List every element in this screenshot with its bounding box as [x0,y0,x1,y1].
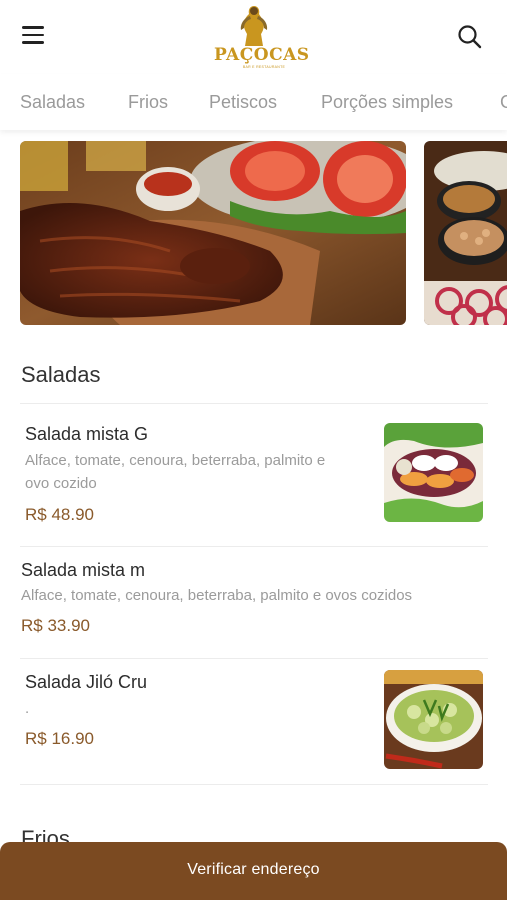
item-price: R$ 16.90 [25,729,94,748]
tab-saladas[interactable]: Saladas [20,92,85,113]
item-description: Alface, tomate, cenoura, beterraba, palm… [25,452,326,492]
menu-item-salada-mista-m[interactable]: Salada mista m Alface, tomate, cenoura, … [0,547,507,658]
menu-item-salada-mista-g[interactable]: Salada mista G Alface, tomate, cenoura, … [0,404,507,546]
item-description: Alface, tomate, cenoura, beterraba, palm… [21,587,413,604]
tab-porcoes-simples[interactable]: Porções simples [321,92,453,113]
logo[interactable]: PAÇOCAS BAR E RESTAURANTE [214,4,310,69]
item-name: Salada mista G [25,424,149,444]
verify-address-label: Verificar endereço [187,861,320,878]
item-image-salad [384,423,483,522]
item-name: Salada mista m [21,560,146,580]
app-header: PAÇOCAS BAR E RESTAURANTE [0,0,507,74]
item-price: R$ 33.90 [21,616,90,635]
item-image-jilo [384,670,483,769]
tab-next-category[interactable]: G [500,92,507,113]
section-title-saladas: Saladas [21,362,101,387]
logo-subtext: BAR E RESTAURANTE [242,65,286,69]
banner-appetizers-image[interactable] [424,141,507,325]
category-tabs: Saladas Frios Petiscos Porções simples G [0,74,507,130]
logo-text: PAÇOCAS [214,45,310,65]
tab-petiscos[interactable]: Petiscos [209,92,277,113]
banner-carousel [20,141,507,326]
verify-address-button[interactable]: Verificar endereço [0,842,507,900]
search-icon[interactable] [457,24,483,50]
logo-figure-icon [240,6,268,46]
banner-steak-image[interactable] [20,141,406,325]
item-price: R$ 48.90 [25,505,94,524]
tab-frios[interactable]: Frios [128,92,168,113]
item-name: Salada Jiló Cru [25,672,148,692]
menu-item-salada-jilo-cru[interactable]: Salada Jiló Cru . R$ 16.90 [0,659,507,784]
divider [20,784,488,785]
hamburger-menu-icon[interactable] [22,26,48,48]
item-description: . [25,700,30,717]
